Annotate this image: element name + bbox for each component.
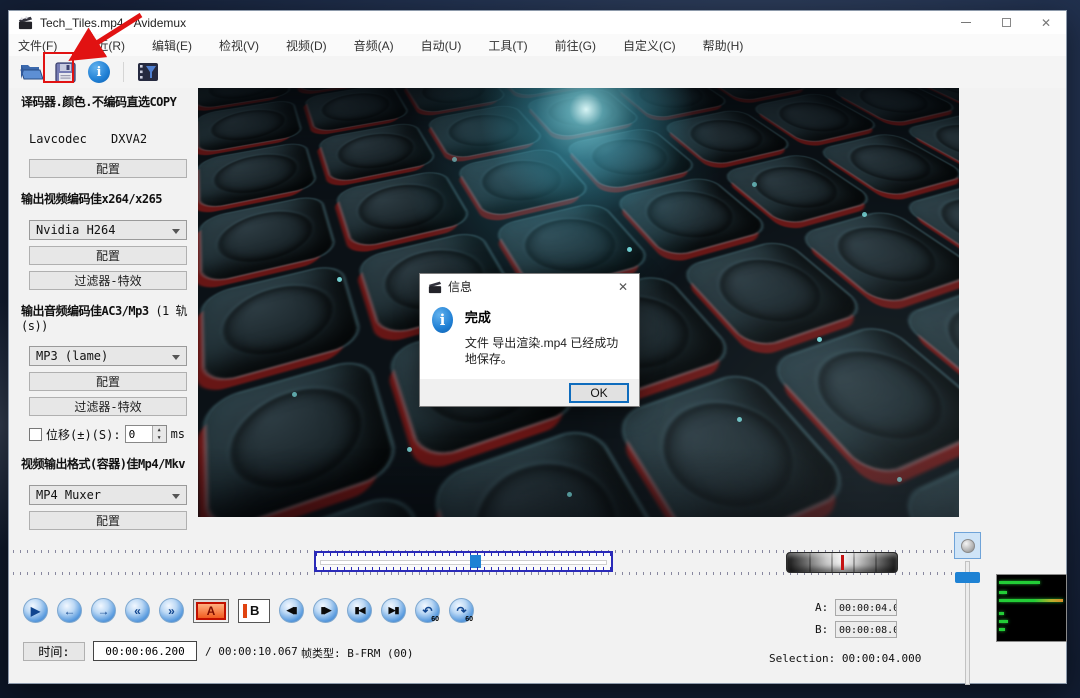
shift-input[interactable] <box>125 426 152 442</box>
shift-spinner[interactable]: ▲ ▼ <box>124 425 167 443</box>
next-keyframe-button[interactable]: » <box>159 598 184 623</box>
marker-b-field[interactable] <box>835 621 897 638</box>
dialog-titlebar[interactable]: 信息 ✕ <box>420 274 639 299</box>
goto-marker-a-button[interactable]: ◀▮ <box>279 598 304 623</box>
previous-frame-button[interactable]: ← <box>57 598 82 623</box>
set-marker-b-button[interactable]: B <box>238 598 270 623</box>
video-configure-button[interactable]: 配置 <box>29 246 187 265</box>
menu-view[interactable]: 检视(V) <box>219 35 272 56</box>
shift-unit-label: ms <box>170 427 186 441</box>
ok-button[interactable]: OK <box>569 382 629 403</box>
container-header: 视频输出格式(容器)佳Mp4/Mkv <box>21 457 186 471</box>
video-properties-button[interactable] <box>136 60 160 84</box>
audio-codec-value: MP3 (lame) <box>36 349 109 363</box>
frame-type-label: 帧类型: B-FRM (00) <box>301 647 414 660</box>
audio-configure-button[interactable]: 配置 <box>29 372 187 391</box>
spinner-arrows[interactable]: ▲ ▼ <box>151 426 166 442</box>
mute-button[interactable] <box>954 532 981 559</box>
chevron-down-icon <box>172 229 180 234</box>
settings-panel: 译码器.颜色.不编码直选COPY Lavcodec DXVA2 配置 输出视频编… <box>9 85 198 530</box>
info-dialog: 信息 ✕ i 完成 文件 导出渲染.mp4 已经成功地保存。 OK <box>419 273 640 408</box>
menu-auto[interactable]: 自动(U) <box>421 35 475 56</box>
previous-keyframe-button[interactable]: « <box>125 598 150 623</box>
video-output-header: 输出视频编码佳x264/x265 <box>21 192 163 206</box>
spin-up-icon[interactable]: ▲ <box>152 426 166 434</box>
audio-codec-select[interactable]: MP3 (lame) <box>29 346 187 366</box>
annotation-highlight-box <box>43 52 74 83</box>
maximize-icon <box>1001 18 1011 27</box>
menu-recent[interactable]: 最近(R) <box>84 35 138 56</box>
chevron-down-icon <box>172 355 180 360</box>
forward-60s-button[interactable]: ↷ 60 <box>449 598 474 623</box>
time-button[interactable]: 时间: <box>23 642 85 661</box>
next-frame-button[interactable]: → <box>91 598 116 623</box>
app-icon <box>18 15 33 30</box>
selection-duration: Selection: 00:00:04.000 <box>769 652 922 665</box>
audio-meter <box>996 574 1067 642</box>
close-button[interactable]: ✕ <box>1026 11 1066 34</box>
dialog-app-icon <box>428 280 442 294</box>
jog-shuttle-wheel[interactable] <box>786 552 898 573</box>
spin-down-icon[interactable]: ▼ <box>152 434 166 442</box>
decoder-engine-label: Lavcodec <box>29 132 87 146</box>
information-button[interactable]: i <box>87 60 111 84</box>
play-button[interactable]: ▶ <box>23 598 48 623</box>
marker-a-field[interactable] <box>835 599 897 616</box>
goto-marker-b-button[interactable]: ▮▶ <box>313 598 338 623</box>
shift-label: 位移(±)(S): <box>46 427 121 442</box>
first-frame-button[interactable]: ▮◀ <box>347 598 372 623</box>
menu-video[interactable]: 视频(D) <box>286 35 340 56</box>
total-duration-label: / 00:00:10.067 <box>205 645 298 658</box>
menubar: 文件(F) 最近(R) 编辑(E) 检视(V) 视频(D) 音频(A) 自动(U) 工具(T)… <box>9 34 1066 56</box>
avidemux-window: Tech_Tiles.mp4 - Avidemux ✕ 文件(F) 最近(R) 编辑… <box>8 10 1067 685</box>
shift-checkbox[interactable] <box>29 427 42 441</box>
transport-buttons: ▶ ← → « » A B ◀▮ ▮▶ ▮◀ ▶▮ ↶ 60 ↷ 60 <box>23 598 474 623</box>
menu-audio[interactable]: 音频(A) <box>354 35 407 56</box>
menu-help[interactable]: 帮助(H) <box>703 35 757 56</box>
set-marker-a-button[interactable]: A <box>193 598 229 623</box>
back-60s-button[interactable]: ↶ 60 <box>415 598 440 623</box>
menu-custom[interactable]: 自定义(C) <box>623 35 689 56</box>
dialog-message: 文件 导出渲染.mp4 已经成功地保存。 <box>464 336 619 367</box>
menu-tools[interactable]: 工具(T) <box>488 35 540 56</box>
minimize-button[interactable] <box>946 11 986 34</box>
video-codec-value: Nvidia H264 <box>36 223 116 237</box>
muxer-select[interactable]: MP4 Muxer <box>29 485 187 505</box>
decoder-configure-button[interactable]: 配置 <box>29 159 187 178</box>
video-filters-button[interactable]: 过滤器-特效 <box>29 271 187 290</box>
dialog-title: 信息 <box>448 280 473 294</box>
titlebar[interactable]: Tech_Tiles.mp4 - Avidemux ✕ <box>9 11 1066 34</box>
decoder-header: 译码器.颜色.不编码直选COPY <box>21 95 177 109</box>
speaker-icon <box>960 538 975 553</box>
window-title: Tech_Tiles.mp4 - Avidemux <box>40 15 187 30</box>
marker-a-label: A: <box>815 601 829 614</box>
timeline-handle[interactable] <box>469 555 481 568</box>
audio-filters-button[interactable]: 过滤器-特效 <box>29 397 187 416</box>
minimize-icon <box>961 22 971 23</box>
dialog-heading: 完成 <box>464 310 491 325</box>
menu-edit[interactable]: 编辑(E) <box>152 35 205 56</box>
audio-output-header: 输出音频编码佳AC3/Mp3 (1 轨(s)) <box>21 304 188 333</box>
info-icon: i <box>88 61 110 83</box>
muxer-configure-button[interactable]: 配置 <box>29 511 187 530</box>
timeline-groove <box>320 560 608 565</box>
desktop: Tech_Tiles.mp4 - Avidemux ✕ 文件(F) 最近(R) 编辑… <box>0 0 1080 698</box>
current-time-input[interactable] <box>93 641 197 661</box>
muxer-value: MP4 Muxer <box>36 488 102 502</box>
toolbar: i <box>9 56 1066 88</box>
open-file-button[interactable] <box>19 60 43 84</box>
toolbar-separator <box>123 62 124 82</box>
menu-go[interactable]: 前往(G) <box>555 35 609 56</box>
video-codec-select[interactable]: Nvidia H264 <box>29 220 187 240</box>
chevron-down-icon <box>172 494 180 499</box>
marker-b-label: B: <box>815 623 829 636</box>
volume-slider-handle[interactable] <box>955 572 980 583</box>
last-frame-button[interactable]: ▶▮ <box>381 598 406 623</box>
info-icon: i <box>432 307 453 333</box>
dialog-close-button[interactable]: ✕ <box>607 274 639 299</box>
maximize-button[interactable] <box>986 11 1026 34</box>
decoder-hw-label: DXVA2 <box>111 132 148 146</box>
timeline-selection[interactable] <box>314 551 614 572</box>
